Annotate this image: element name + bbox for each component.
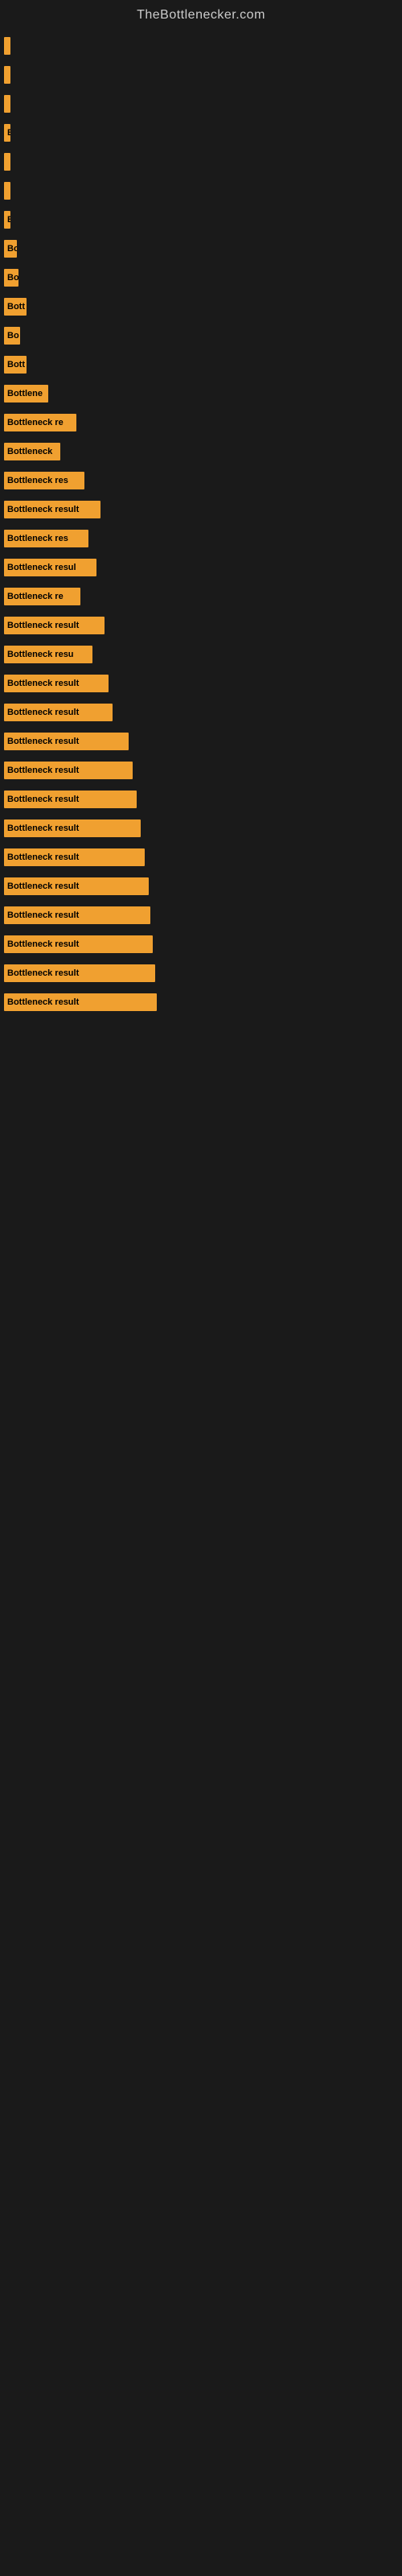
bar-label [4, 37, 10, 55]
bar-row: Bottleneck result [4, 875, 394, 898]
bar-label: Bottleneck result [4, 877, 149, 895]
bar-row: Bottleneck result [4, 904, 394, 927]
bar-label: Bottleneck res [4, 530, 88, 547]
bar-label: B [4, 124, 10, 142]
bar-row: Bo [4, 324, 394, 347]
bar-label: Bottleneck result [4, 993, 157, 1011]
bar-row [4, 35, 394, 57]
bars-container: B B Bo Bo Bott Bo Bott Bottlene Bottleneck re Bot… [0, 27, 402, 1028]
bar-label: Bottleneck result [4, 906, 150, 924]
bar-row: Bottleneck result [4, 788, 394, 811]
bar-label: Bottleneck resu [4, 646, 92, 663]
bar-row: Bottleneck resu [4, 643, 394, 666]
bar-label [4, 66, 10, 84]
bar-row: Bottleneck [4, 440, 394, 463]
bar-row: Bottleneck result [4, 701, 394, 724]
bar-row [4, 64, 394, 86]
bar-row [4, 93, 394, 115]
bar-row: Bottlene [4, 382, 394, 405]
bar-row: Bott [4, 295, 394, 318]
bar-label: Bottleneck resul [4, 559, 96, 576]
bar-row: Bottleneck result [4, 846, 394, 869]
bar-label: Bottleneck result [4, 848, 145, 866]
bar-label: Bottleneck result [4, 964, 155, 982]
bar-row: Bottleneck result [4, 614, 394, 637]
bar-label: Bottleneck result [4, 675, 109, 692]
bar-row: Bottleneck result [4, 730, 394, 753]
bar-row [4, 151, 394, 173]
bar-label: Bottleneck result [4, 935, 153, 953]
bar-label: Bottleneck result [4, 791, 137, 808]
site-title: TheBottlenecker.com [0, 0, 402, 27]
bar-row: Bottleneck result [4, 498, 394, 521]
bar-label: B [4, 211, 10, 229]
bar-label: Bo [4, 327, 20, 345]
bar-row: Bottleneck result [4, 962, 394, 985]
bar-label [4, 182, 10, 200]
bar-label: Bottleneck [4, 443, 60, 460]
bar-row: Bottleneck res [4, 527, 394, 550]
bar-row: Bottleneck result [4, 672, 394, 695]
bar-label: Bo [4, 240, 17, 258]
bar-label: Bottlene [4, 385, 48, 402]
bar-label [4, 153, 10, 171]
bar-row: Bo [4, 266, 394, 289]
bar-label: Bottleneck re [4, 588, 80, 605]
bar-row: Bottleneck re [4, 585, 394, 608]
bar-row: Bott [4, 353, 394, 376]
bar-row: Bottleneck result [4, 933, 394, 956]
bar-row: Bottleneck result [4, 817, 394, 840]
bar-row: Bottleneck resul [4, 556, 394, 579]
bar-label: Bottleneck result [4, 501, 100, 518]
bar-label: Bottleneck result [4, 762, 133, 779]
bar-label: Bottleneck result [4, 617, 105, 634]
bar-label: Bott [4, 356, 27, 374]
bar-label [4, 95, 10, 113]
bar-row: Bo [4, 237, 394, 260]
bar-row: Bottleneck res [4, 469, 394, 492]
bar-label: Bottleneck result [4, 704, 113, 721]
bar-label: Bottleneck result [4, 733, 129, 750]
bar-label: Bottleneck result [4, 819, 141, 837]
bar-row: Bottleneck result [4, 759, 394, 782]
bar-label: Bottleneck re [4, 414, 76, 431]
bar-label: Bo [4, 269, 18, 287]
bar-label: Bott [4, 298, 27, 316]
bar-label: Bottleneck res [4, 472, 84, 489]
bar-row: Bottleneck re [4, 411, 394, 434]
bar-row: B [4, 208, 394, 231]
bar-row: Bottleneck result [4, 991, 394, 1013]
bar-row: B [4, 122, 394, 144]
bar-row [4, 180, 394, 202]
